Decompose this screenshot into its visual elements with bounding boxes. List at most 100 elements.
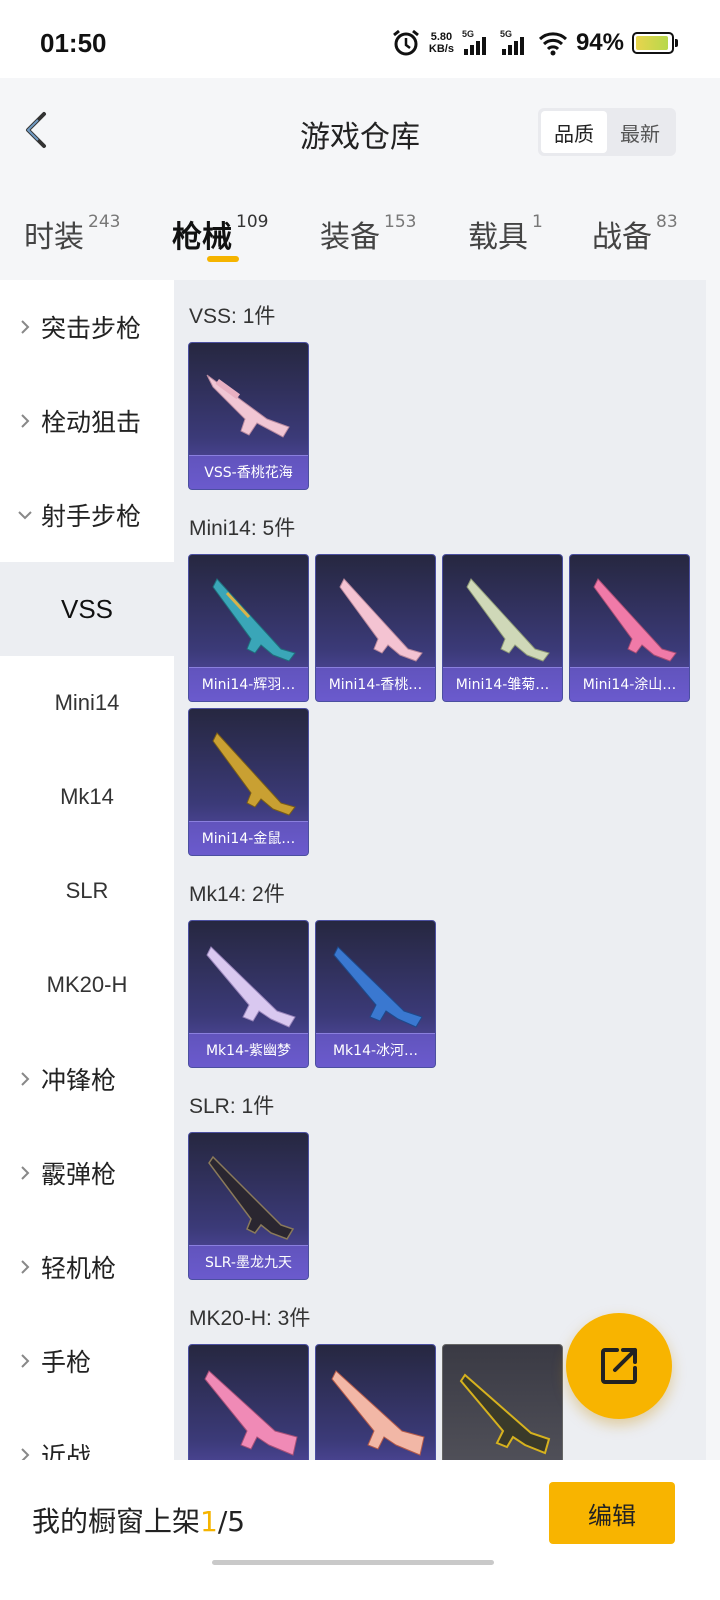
sidebar-item-label: 近战 bbox=[41, 1442, 92, 1460]
sidebar-item-label: 轻机枪 bbox=[41, 1254, 117, 1283]
chevron-right-icon bbox=[21, 1072, 30, 1086]
bottom-bar: 我的橱窗上架1/5 编辑 bbox=[0, 1460, 720, 1600]
item-card[interactable]: Mini14-雏菊… bbox=[442, 554, 563, 702]
sidebar-item-label: 射手步枪 bbox=[41, 502, 142, 531]
item-card[interactable]: Mini14-涂山… bbox=[569, 554, 690, 702]
tab-count: 83 bbox=[656, 212, 678, 232]
sidebar-item-smg[interactable]: 冲锋枪 bbox=[0, 1032, 174, 1126]
item-name: SLR-墨龙九天 bbox=[189, 1245, 308, 1279]
weapon-image bbox=[208, 1155, 295, 1240]
showcase-current: 1 bbox=[200, 1505, 218, 1538]
tab-vehicles[interactable]: 载具 1 bbox=[468, 212, 543, 256]
chevron-down-icon bbox=[18, 511, 32, 520]
tab-equipment[interactable]: 装备 153 bbox=[320, 212, 416, 256]
tab-label: 载具 bbox=[468, 220, 528, 255]
status-bar: 01:50 5.80 KB/s 5G 5G 94% bbox=[0, 0, 720, 78]
sidebar: 突击步枪 栓动狙击 射手步枪 VSS Mini14 Mk14 SLR MK20-… bbox=[0, 280, 174, 1460]
sidebar-subitem-mk20h[interactable]: MK20-H bbox=[0, 938, 174, 1032]
group-title-mk14: Mk14: 2件 bbox=[189, 883, 285, 906]
home-indicator[interactable] bbox=[212, 1560, 494, 1565]
chevron-right-icon bbox=[21, 320, 30, 334]
tab-combat-gear[interactable]: 战备 83 bbox=[592, 212, 678, 256]
sidebar-item-label: 手枪 bbox=[41, 1348, 92, 1377]
tab-count: 1 bbox=[532, 212, 543, 232]
showcase-status: 我的橱窗上架1/5 bbox=[32, 1500, 245, 1540]
sidebar-item-label: 栓动狙击 bbox=[41, 408, 142, 437]
net-speed-value: 5.80 bbox=[430, 31, 453, 43]
weapon-image bbox=[206, 374, 290, 438]
sidebar-item-pistol[interactable]: 手枪 bbox=[0, 1314, 174, 1408]
sidebar-item-label: 霰弹枪 bbox=[41, 1160, 117, 1189]
sidebar-item-bolt-sniper[interactable]: 栓动狙击 bbox=[0, 374, 174, 468]
item-card[interactable]: Mk14-紫幽梦 bbox=[188, 920, 309, 1068]
tab-label: 枪械 bbox=[172, 220, 232, 255]
tab-count: 109 bbox=[236, 212, 269, 232]
group-title-vss: VSS: 1件 bbox=[189, 305, 276, 328]
item-card[interactable] bbox=[188, 1344, 309, 1460]
battery-fill bbox=[636, 36, 668, 50]
weapon-image bbox=[212, 732, 296, 816]
weapon-image bbox=[206, 946, 296, 1028]
tab-label: 时装 bbox=[24, 220, 84, 255]
sidebar-subitem-vss[interactable]: VSS bbox=[0, 562, 174, 656]
chevron-right-icon bbox=[21, 1260, 30, 1274]
sort-quality-button[interactable]: 品质 bbox=[541, 111, 607, 153]
sidebar-item-melee[interactable]: 近战 bbox=[0, 1408, 174, 1460]
item-card[interactable]: Mini14-金鼠… bbox=[188, 708, 309, 856]
sidebar-item-marksman-rifle[interactable]: 射手步枪 bbox=[0, 468, 174, 562]
item-card[interactable]: Mini14-香桃… bbox=[315, 554, 436, 702]
item-card[interactable]: SLR-墨龙九天 bbox=[188, 1132, 309, 1280]
weapon-image bbox=[212, 578, 296, 662]
edit-button[interactable]: 编辑 bbox=[549, 1482, 675, 1544]
tab-count: 153 bbox=[384, 212, 417, 232]
weapon-image bbox=[466, 578, 550, 662]
sidebar-subitem-mini14[interactable]: Mini14 bbox=[0, 656, 174, 750]
chevron-right-icon bbox=[21, 414, 30, 428]
item-name: Mini14-涂山… bbox=[570, 667, 689, 701]
tab-fashion[interactable]: 时装 243 bbox=[24, 212, 120, 256]
item-card[interactable]: VSS-香桃花海 bbox=[188, 342, 309, 490]
item-card[interactable] bbox=[442, 1344, 563, 1460]
share-button[interactable] bbox=[566, 1313, 672, 1419]
sidebar-subitem-slr[interactable]: SLR bbox=[0, 844, 174, 938]
weapon-image bbox=[339, 578, 423, 662]
weapon-image bbox=[331, 1370, 425, 1456]
item-name: Mini14-辉羽… bbox=[189, 667, 308, 701]
item-card[interactable]: Mk14-冰河… bbox=[315, 920, 436, 1068]
sort-latest-button[interactable]: 最新 bbox=[607, 111, 673, 153]
net-speed: 5.80 KB/s bbox=[429, 31, 454, 55]
tab-label: 装备 bbox=[320, 220, 380, 255]
item-name: Mini14-香桃… bbox=[316, 667, 435, 701]
item-card[interactable] bbox=[315, 1344, 436, 1460]
tab-count: 243 bbox=[88, 212, 121, 232]
chevron-right-icon bbox=[21, 1166, 30, 1180]
alarm-icon bbox=[392, 29, 419, 56]
weapon-image bbox=[459, 1373, 551, 1455]
status-time: 01:50 bbox=[40, 28, 107, 58]
sidebar-item-shotgun[interactable]: 霰弹枪 bbox=[0, 1126, 174, 1220]
sort-toggle[interactable]: 品质 最新 bbox=[538, 108, 676, 156]
active-tab-indicator bbox=[207, 256, 239, 262]
sidebar-item-lmg[interactable]: 轻机枪 bbox=[0, 1220, 174, 1314]
group-title-mk20h: MK20-H: 3件 bbox=[189, 1307, 311, 1330]
item-name: VSS-香桃花海 bbox=[189, 455, 308, 489]
sidebar-item-label: 突击步枪 bbox=[41, 314, 142, 343]
sidebar-item-assault-rifle[interactable]: 突击步枪 bbox=[0, 280, 174, 374]
chevron-right-icon bbox=[21, 1448, 30, 1460]
group-title-mini14: Mini14: 5件 bbox=[189, 517, 296, 540]
weapon-image bbox=[333, 946, 423, 1028]
tab-label: 战备 bbox=[592, 220, 652, 255]
item-name: Mini14-金鼠… bbox=[189, 821, 308, 855]
category-tabs: 时装 243 枪械 109 装备 153 载具 1 战备 83 bbox=[0, 182, 720, 280]
sidebar-subitem-mk14[interactable]: Mk14 bbox=[0, 750, 174, 844]
tab-firearms[interactable]: 枪械 109 bbox=[172, 212, 268, 256]
signal-sim1-icon: 5G bbox=[462, 29, 492, 57]
net-speed-unit: KB/s bbox=[428, 43, 454, 55]
wifi-icon bbox=[538, 32, 567, 56]
group-title-slr: SLR: 1件 bbox=[189, 1095, 275, 1118]
share-external-icon bbox=[601, 1348, 637, 1384]
weapon-grid: VSS: 1件 VSS-香桃花海 Mini14: 5件 Mini14-辉羽… M… bbox=[174, 280, 706, 1460]
item-card[interactable]: Mini14-辉羽… bbox=[188, 554, 309, 702]
item-name: Mk14-紫幽梦 bbox=[189, 1033, 308, 1067]
weapon-image bbox=[593, 578, 677, 662]
